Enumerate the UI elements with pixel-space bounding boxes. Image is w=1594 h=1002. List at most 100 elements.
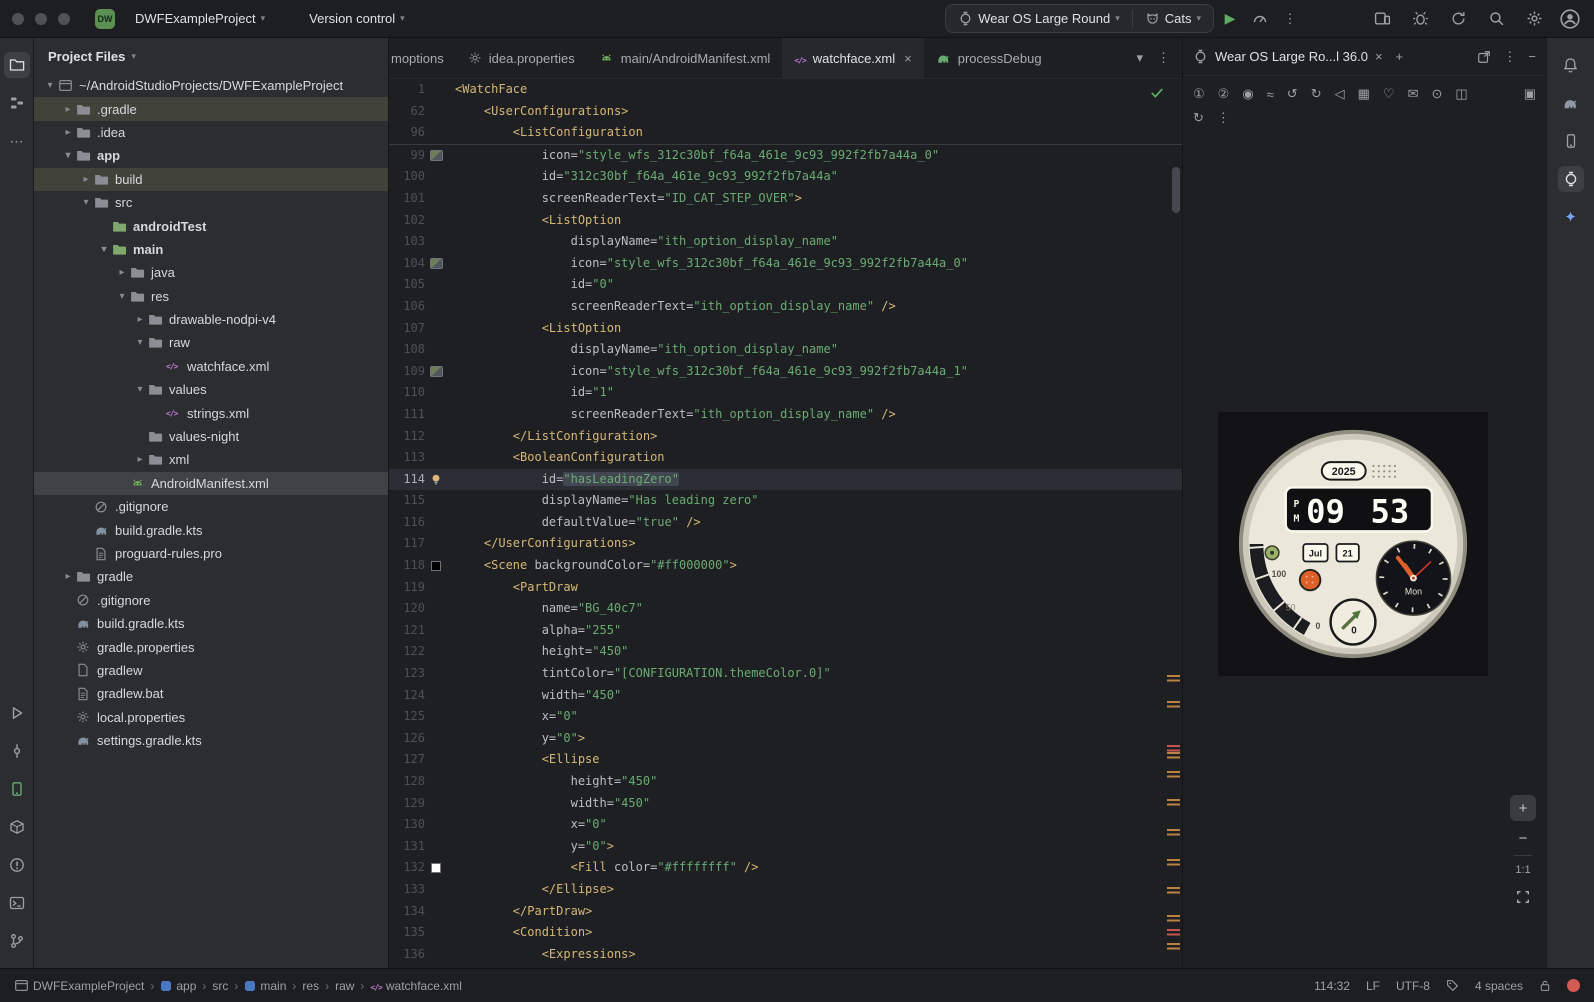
button-2-icon[interactable]: ②	[1218, 86, 1230, 102]
scrollbar-warning-mark[interactable]	[1167, 799, 1180, 806]
tree-item-java[interactable]: ▸ java	[34, 261, 388, 284]
more-tool-windows-button[interactable]: ⋯	[4, 128, 30, 154]
gemini-button[interactable]: ✦	[1558, 204, 1584, 230]
line-number[interactable]: 99	[389, 145, 425, 167]
chevron-down-icon[interactable]: ▾	[131, 51, 136, 62]
tree-item-gitignore[interactable]: .gitignore	[34, 495, 388, 518]
line-number[interactable]: 111	[389, 404, 425, 426]
zoom-fit-button[interactable]	[1510, 884, 1536, 910]
settings-button[interactable]	[1520, 5, 1548, 33]
line-number[interactable]: 127	[389, 749, 425, 771]
run-config-selector[interactable]: Cats ▾	[1137, 7, 1209, 30]
line-number[interactable]: 96	[389, 122, 425, 144]
device-tab-title[interactable]: Wear OS Large Ro...l 36.0	[1215, 49, 1368, 64]
tab-moptions[interactable]: moptions	[389, 38, 456, 78]
scrollbar-warning-mark[interactable]	[1167, 915, 1180, 922]
inspections-ok-icon[interactable]	[1150, 86, 1164, 100]
device-selector[interactable]: Wear OS Large Round ▾	[950, 7, 1128, 30]
screen-record-icon[interactable]: ◫	[1455, 86, 1467, 102]
breadcrumb-item-src[interactable]: src	[212, 979, 228, 993]
more-vertical-icon[interactable]: ⋮	[1157, 50, 1170, 66]
chevron-down-icon[interactable]: ▾	[114, 291, 130, 302]
tree-item-build-gradle-kts[interactable]: build.gradle.kts	[34, 612, 388, 635]
rotate-right-icon[interactable]: ↻	[1311, 86, 1322, 102]
back-icon[interactable]: ◁	[1335, 86, 1345, 102]
displays-icon[interactable]: ▦	[1358, 86, 1370, 102]
code-editor[interactable]: 1 <WatchFace 62 <UserConfigurations> 96 <List…	[389, 79, 1182, 968]
tree-item-gitignore[interactable]: .gitignore	[34, 589, 388, 612]
line-number[interactable]: 113	[389, 447, 425, 469]
app-inspection-tool-button[interactable]	[4, 814, 30, 840]
line-number[interactable]: 106	[389, 296, 425, 318]
line-number[interactable]: 124	[389, 685, 425, 707]
tree-item-values[interactable]: ▾ values	[34, 378, 388, 401]
tree-item-strings-xml[interactable]: </> strings.xml	[34, 401, 388, 424]
close-icon[interactable]: ×	[1375, 49, 1383, 64]
line-number[interactable]: 102	[389, 210, 425, 232]
tree-item-local-properties[interactable]: local.properties	[34, 706, 388, 729]
running-devices-button[interactable]	[1557, 166, 1584, 192]
tab-idea-properties[interactable]: idea.properties	[456, 38, 587, 78]
tree-item-gradle-properties[interactable]: gradle.properties	[34, 635, 388, 658]
line-number[interactable]: 116	[389, 512, 425, 534]
line-number[interactable]: 118	[389, 555, 425, 577]
tree-item-gradle[interactable]: ▸ .gradle	[34, 97, 388, 121]
tree-item-gradlew[interactable]: gradlew	[34, 659, 388, 682]
line-number[interactable]: 107	[389, 318, 425, 340]
tag-icon[interactable]	[1446, 979, 1459, 992]
project-widget[interactable]: DWFExampleProject ▾	[127, 7, 273, 30]
zoom-ratio-label[interactable]: 1:1	[1515, 860, 1530, 880]
line-number[interactable]: 115	[389, 490, 425, 512]
tree-item-androidmanifest-xml[interactable]: AndroidManifest.xml	[34, 471, 388, 496]
chevron-down-icon[interactable]: ▾	[60, 150, 76, 161]
device-manager-tool-button[interactable]	[4, 776, 30, 802]
window-minimize-button[interactable]	[35, 12, 47, 25]
commit-tool-button[interactable]	[4, 738, 30, 764]
line-number[interactable]: 134	[389, 901, 425, 923]
tree-item-drawable-nodpi-v4[interactable]: ▸ drawable-nodpi-v4	[34, 308, 388, 331]
chevron-down-icon[interactable]: ▾	[132, 337, 148, 348]
line-number[interactable]: 122	[389, 641, 425, 663]
scrollbar-warning-mark[interactable]	[1167, 929, 1180, 936]
rotate-left-icon[interactable]: ↺	[1287, 86, 1298, 102]
line-number[interactable]: 103	[389, 231, 425, 253]
tree-item-xml[interactable]: ▸ xml	[34, 448, 388, 471]
chevron-right-icon[interactable]: ▸	[60, 127, 76, 138]
tab-watchface-xml[interactable]: </> watchface.xml ×	[782, 38, 924, 78]
heart-rate-icon[interactable]: ♡	[1383, 86, 1395, 102]
line-number[interactable]: 114	[389, 469, 425, 491]
caret-position[interactable]: 114:32	[1314, 979, 1350, 993]
more-vertical-icon[interactable]: ⋮	[1503, 49, 1516, 65]
chevron-right-icon[interactable]: ▸	[114, 267, 130, 278]
breadcrumb-item-dwfexampleproject[interactable]: DWFExampleProject	[14, 978, 144, 993]
notifications-button[interactable]	[1558, 52, 1584, 78]
problems-tool-button[interactable]	[4, 852, 30, 878]
chevron-down-icon[interactable]: ▾	[132, 384, 148, 395]
add-device-tab-button[interactable]: +	[1396, 49, 1404, 64]
messages-icon[interactable]: ✉	[1408, 86, 1419, 102]
line-number[interactable]: 136	[389, 944, 425, 966]
line-number[interactable]: 123	[389, 663, 425, 685]
line-number[interactable]: 119	[389, 577, 425, 599]
tree-item-main[interactable]: ▾ main	[34, 238, 388, 261]
tab-main-androidmanifest-xml[interactable]: main/AndroidManifest.xml	[587, 38, 783, 78]
scrollbar-warning-mark[interactable]	[1167, 829, 1180, 836]
zoom-out-button[interactable]: −	[1510, 825, 1536, 851]
reset-icon[interactable]: ↻	[1193, 110, 1204, 126]
breadcrumb-item-app[interactable]: app	[160, 979, 196, 993]
file-encoding[interactable]: UTF-8	[1396, 979, 1430, 993]
scrollbar-warning-mark[interactable]	[1167, 859, 1180, 866]
chevron-down-icon[interactable]: ▾	[96, 244, 112, 255]
vcs-widget[interactable]: Version control ▾	[301, 7, 413, 30]
line-number[interactable]: 128	[389, 771, 425, 793]
search-everywhere-button[interactable]	[1482, 5, 1510, 33]
line-number[interactable]: 126	[389, 728, 425, 750]
tree-item-androidstudioprojects-dwfexampleproject[interactable]: ▾ ~/AndroidStudioProjects/DWFExampleProje…	[34, 74, 388, 97]
tree-item-watchface-xml[interactable]: </> watchface.xml	[34, 355, 388, 378]
tree-item-build-gradle-kts[interactable]: build.gradle.kts	[34, 518, 388, 541]
drawable-preview-icon[interactable]	[429, 150, 443, 162]
terminal-tool-button[interactable]	[4, 890, 30, 916]
editor-scrollbar[interactable]	[1172, 167, 1180, 213]
tilt-icon[interactable]: ≈	[1267, 87, 1274, 102]
zoom-in-button[interactable]: +	[1510, 795, 1536, 821]
